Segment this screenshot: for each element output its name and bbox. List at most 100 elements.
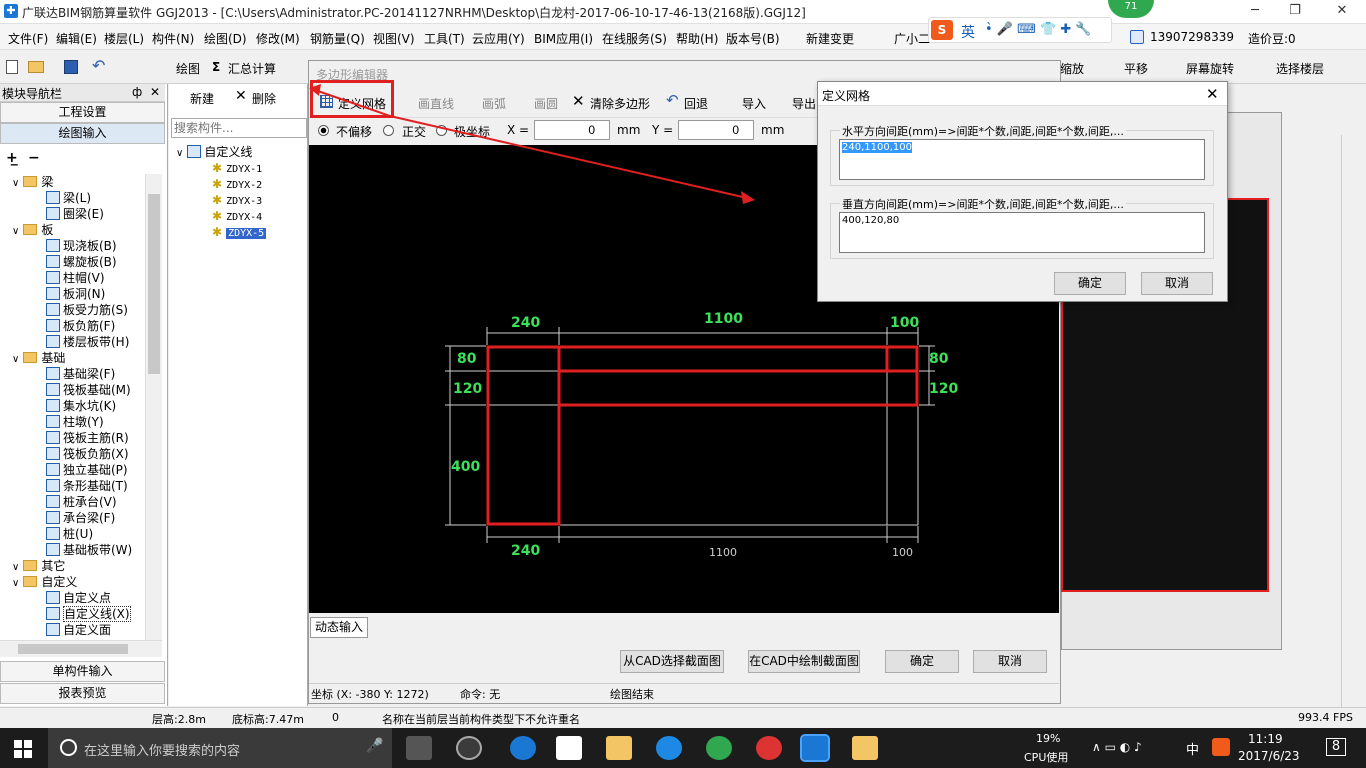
tree-folder[interactable]: ∨ 基础 xyxy=(12,350,65,366)
component-item[interactable]: ✱ ZDYX-2 xyxy=(212,176,262,192)
tree-item[interactable]: 基础板带(W) xyxy=(46,542,132,558)
app-icon-2[interactable] xyxy=(456,736,482,760)
tree-item[interactable]: 板洞(N) xyxy=(46,286,105,302)
dialog-ok-button[interactable]: 确定 xyxy=(1054,272,1126,295)
collapse-all-icon[interactable]: − xyxy=(28,150,40,166)
drawing-input-button[interactable]: 绘图输入 xyxy=(0,123,165,144)
dynamic-input-tab[interactable]: 动态输入 xyxy=(310,617,368,638)
menu-item-13[interactable]: 版本号(B) xyxy=(726,30,780,47)
vertical-spacing-input[interactable]: 400,120,80 xyxy=(839,212,1205,253)
input-lang[interactable]: 中 xyxy=(1186,739,1199,758)
expand-chevron-icon[interactable]: ∨ xyxy=(12,178,19,189)
tree-item[interactable]: 板受力筋(S) xyxy=(46,302,128,318)
tree-item[interactable]: 梁(L) xyxy=(46,190,91,206)
close-button[interactable]: ✕ xyxy=(1332,3,1352,18)
tree-item[interactable]: 螺旋板(B) xyxy=(46,254,117,270)
save-icon[interactable] xyxy=(64,60,78,74)
minimize-button[interactable]: ─ xyxy=(1245,3,1265,18)
maximize-button[interactable]: ❐ xyxy=(1285,3,1305,18)
tree-item[interactable]: 筏板基础(M) xyxy=(46,382,131,398)
windows-start-icon[interactable] xyxy=(14,740,32,758)
tree-item[interactable]: 现浇板(B) xyxy=(46,238,117,254)
clock-date[interactable]: 2017/6/23 xyxy=(1238,749,1300,763)
menu-item-11[interactable]: 在线服务(S) xyxy=(602,30,667,47)
select-floor-button[interactable]: 选择楼层 xyxy=(1276,60,1324,77)
tree-item[interactable]: 圈梁(E) xyxy=(46,206,104,222)
tree-item[interactable]: 柱帽(V) xyxy=(46,270,105,286)
sum-button[interactable]: 汇总计算 xyxy=(228,60,276,77)
component-root[interactable]: ∨ 自定义线 xyxy=(176,144,252,160)
cad-draw-button[interactable]: 在CAD中绘制截面图 xyxy=(748,650,860,673)
tree-item[interactable]: 集水坑(K) xyxy=(46,398,116,414)
tree-item[interactable]: 桩(U) xyxy=(46,526,93,542)
menu-item-8[interactable]: 工具(T) xyxy=(424,30,465,47)
menu-item-6[interactable]: 钢筋量(Q) xyxy=(310,30,365,47)
component-item[interactable]: ✱ ZDYX-5 xyxy=(212,224,267,240)
tree-item[interactable]: 自定义面 xyxy=(46,622,111,638)
component-item[interactable]: ✱ ZDYX-4 xyxy=(212,208,262,224)
menu-item-1[interactable]: 编辑(E) xyxy=(56,30,97,47)
component-search-input[interactable] xyxy=(171,118,307,138)
rotate-button[interactable]: 屏幕旋转 xyxy=(1186,60,1234,77)
expand-chevron-icon[interactable]: ∨ xyxy=(12,354,19,365)
tree-item[interactable]: 桩承台(V) xyxy=(46,494,117,510)
single-input-button[interactable]: 单构件输入 xyxy=(0,661,165,682)
open-folder-icon[interactable] xyxy=(28,61,44,73)
delete-component-button[interactable]: 删除 xyxy=(252,90,276,107)
menu-item-14[interactable]: 新建变更 xyxy=(806,30,854,47)
red-app-icon[interactable] xyxy=(756,736,782,760)
price-beans[interactable]: 造价豆:0 xyxy=(1248,30,1296,47)
expand-chevron-icon[interactable]: ∨ xyxy=(12,226,19,237)
notification-badge[interactable]: 71 xyxy=(1108,0,1154,18)
glodon-app-icon[interactable] xyxy=(656,736,682,760)
component-item[interactable]: ✱ ZDYX-3 xyxy=(212,192,262,208)
report-preview-button[interactable]: 报表预览 xyxy=(0,683,165,704)
task-view-icon[interactable] xyxy=(406,736,432,760)
expand-all-icon[interactable]: +̲ xyxy=(6,150,18,166)
menu-item-3[interactable]: 构件(N) xyxy=(152,30,194,47)
pan-button[interactable]: 平移 xyxy=(1124,60,1148,77)
export-button[interactable]: 导出 xyxy=(792,95,816,112)
menu-item-4[interactable]: 绘图(D) xyxy=(204,30,247,47)
project-settings-button[interactable]: 工程设置 xyxy=(0,102,165,123)
store-icon[interactable] xyxy=(556,736,582,760)
expand-chevron-icon[interactable]: ∨ xyxy=(12,578,19,589)
menu-item-7[interactable]: 视图(V) xyxy=(373,30,415,47)
tree-item[interactable]: 柱墩(Y) xyxy=(46,414,104,430)
sogou-tray-icon[interactable] xyxy=(1212,738,1230,756)
tree-item[interactable]: 筏板负筋(X) xyxy=(46,446,129,462)
dialog-close-icon[interactable]: ✕ xyxy=(1206,85,1219,103)
close-panel-icon[interactable]: ✕ xyxy=(150,85,160,99)
edge-icon[interactable] xyxy=(510,736,536,760)
tree-item[interactable]: 筏板主筋(R) xyxy=(46,430,129,446)
expand-chevron-icon[interactable]: ∨ xyxy=(12,562,19,573)
undo-icon[interactable]: ↶ xyxy=(92,56,105,75)
new-file-icon[interactable] xyxy=(6,60,18,74)
cad-select-button[interactable]: 从CAD选择截面图 xyxy=(620,650,724,673)
editor-ok-button[interactable]: 确定 xyxy=(885,650,959,673)
collapse-chevron-icon[interactable]: ∨ xyxy=(176,148,183,159)
zoom-button[interactable]: 缩放 xyxy=(1060,60,1084,77)
tree-item[interactable]: 自定义点 xyxy=(46,590,111,606)
tree-item[interactable]: 楼层板带(H) xyxy=(46,334,129,350)
pin-icon[interactable]: ф xyxy=(132,85,142,99)
dialog-cancel-button[interactable]: 取消 xyxy=(1141,272,1213,295)
menu-item-10[interactable]: BIM应用(I) xyxy=(534,30,593,47)
menu-item-15[interactable]: 广小二 xyxy=(894,30,930,47)
notes-app-icon[interactable] xyxy=(852,736,878,760)
component-item[interactable]: ✱ ZDYX-1 xyxy=(212,160,262,176)
right-scrollbar[interactable] xyxy=(1341,135,1357,707)
tree-item[interactable]: 独立基础(P) xyxy=(46,462,128,478)
green-app-icon[interactable] xyxy=(706,736,732,760)
ggj-app-icon[interactable] xyxy=(800,734,830,762)
tree-vertical-scrollbar[interactable] xyxy=(145,174,162,640)
user-phone[interactable]: 13907298339 xyxy=(1150,30,1234,44)
draw-button[interactable]: 绘图 xyxy=(176,60,200,77)
tree-item[interactable]: 条形基础(T) xyxy=(46,478,128,494)
tree-folder[interactable]: ∨ 梁 xyxy=(12,174,53,190)
menu-item-2[interactable]: 楼层(L) xyxy=(104,30,144,47)
horizontal-spacing-input[interactable]: 240,1100,100 xyxy=(839,139,1205,180)
file-explorer-icon[interactable] xyxy=(606,736,632,760)
menu-item-0[interactable]: 文件(F) xyxy=(8,30,48,47)
tree-folder[interactable]: ∨ 其它 xyxy=(12,558,65,574)
